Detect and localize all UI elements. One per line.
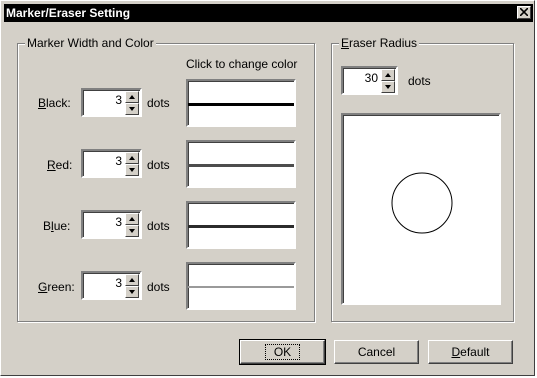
ok-button[interactable]: OK (239, 339, 326, 365)
default-button-label: Default (451, 345, 490, 359)
red-width-up-button[interactable] (125, 152, 139, 164)
black-dots-label: dots (147, 96, 170, 110)
black-width-spinner[interactable]: 3 (81, 88, 142, 117)
arrow-up-icon (129, 95, 135, 99)
red-dots-label: dots (147, 158, 170, 172)
arrow-down-icon (129, 107, 135, 111)
green-label: Green: (38, 280, 75, 294)
blue-color-swatch[interactable] (186, 201, 296, 249)
arrow-down-icon (129, 290, 135, 294)
arrow-down-icon (385, 85, 391, 89)
dialog-window: Marker/Eraser Setting Marker Width and C… (0, 0, 535, 376)
ok-button-label: OK (264, 344, 301, 360)
cancel-button-label: Cancel (357, 345, 396, 359)
blue-width-up-button[interactable] (125, 213, 139, 225)
arrow-up-icon (385, 73, 391, 77)
black-color-swatch[interactable] (186, 79, 296, 127)
green-color-swatch[interactable] (186, 262, 296, 310)
red-width-spinner[interactable]: 3 (81, 149, 142, 178)
eraser-preview-canvas (341, 113, 501, 305)
green-dots-label: dots (147, 280, 170, 294)
close-icon (520, 8, 528, 16)
title-bar[interactable]: Marker/Eraser Setting (4, 4, 533, 22)
marker-group-legend: Marker Width and Color (25, 36, 156, 50)
eraser-radius-up-button[interactable] (381, 69, 395, 81)
blue-dots-label: dots (147, 219, 170, 233)
black-width-value[interactable]: 3 (115, 93, 122, 107)
eraser-radius-down-button[interactable] (381, 81, 395, 93)
black-width-up-button[interactable] (125, 91, 139, 103)
arrow-up-icon (129, 156, 135, 160)
eraser-radius-spinner[interactable]: 30 (341, 66, 398, 95)
eraser-dots-label: dots (408, 74, 431, 88)
eraser-group-legend: Eraser Radius (339, 36, 420, 50)
red-width-down-button[interactable] (125, 164, 139, 176)
green-line-preview (188, 286, 294, 288)
blue-width-value[interactable]: 3 (115, 215, 122, 229)
black-label: Black: (38, 96, 71, 110)
green-width-down-button[interactable] (125, 286, 139, 298)
close-button[interactable] (517, 6, 531, 19)
arrow-up-icon (129, 217, 135, 221)
black-width-down-button[interactable] (125, 103, 139, 115)
red-width-value[interactable]: 3 (115, 154, 122, 168)
green-width-value[interactable]: 3 (115, 276, 122, 290)
arrow-down-icon (129, 168, 135, 172)
red-label: Red: (47, 158, 73, 172)
blue-width-down-button[interactable] (125, 225, 139, 237)
eraser-circle-preview (391, 172, 453, 234)
arrow-up-icon (129, 278, 135, 282)
blue-line-preview (188, 225, 294, 228)
red-line-preview (188, 164, 294, 167)
click-to-change-hint: Click to change color (186, 57, 298, 71)
red-color-swatch[interactable] (186, 140, 296, 188)
blue-label: Blue: (43, 219, 71, 233)
green-width-up-button[interactable] (125, 274, 139, 286)
cancel-button[interactable]: Cancel (334, 340, 419, 364)
arrow-down-icon (129, 229, 135, 233)
window-title: Marker/Eraser Setting (6, 6, 131, 20)
black-line-preview (188, 103, 294, 106)
eraser-radius-value[interactable]: 30 (365, 71, 378, 85)
green-width-spinner[interactable]: 3 (81, 271, 142, 300)
default-button[interactable]: Default (428, 340, 513, 364)
blue-width-spinner[interactable]: 3 (81, 210, 142, 239)
